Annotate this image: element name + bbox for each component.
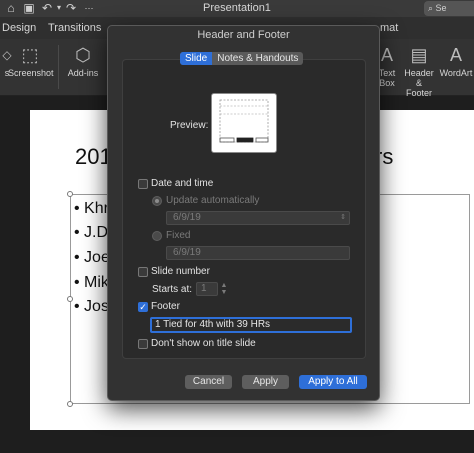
powerpoint-window: ⌂ ▣ ↶ ▾ ↷ ⋯ Presentation1 ⌕ Se Design Tr… <box>0 0 474 453</box>
date-time-checkbox[interactable] <box>138 179 148 189</box>
header-footer-icon: ▤ <box>410 45 428 65</box>
select-arrows-icon: ⇕ <box>340 214 346 221</box>
starts-at-stepper[interactable]: ▲ ▼ <box>220 282 228 296</box>
footer-checkbox[interactable]: ✓ <box>138 302 148 312</box>
bullet-item[interactable]: • Joe <box>74 249 110 267</box>
slide-number-label: Slide number <box>151 266 210 277</box>
update-automatically-radio[interactable] <box>152 196 162 206</box>
bullet-item[interactable]: • Jos <box>74 298 109 316</box>
dont-show-title-checkbox[interactable] <box>138 339 148 349</box>
dialog-tab-control: Slide Notes & Handouts <box>180 52 304 65</box>
apply-to-all-button[interactable]: Apply to All <box>299 375 367 389</box>
screenshot-button[interactable]: ⬚ Screenshot <box>8 45 54 78</box>
fixed-radio[interactable] <box>152 231 162 241</box>
screenshot-icon: ⬚ <box>21 45 39 65</box>
bullet-item[interactable]: • Khr <box>74 200 109 218</box>
textbox-label-1: Text <box>378 68 396 78</box>
update-automatically-label: Update automatically <box>166 195 260 206</box>
tab-design[interactable]: Design <box>2 22 36 34</box>
fixed-label: Fixed <box>166 230 191 241</box>
resize-handle[interactable] <box>67 296 73 302</box>
tab-format[interactable]: mat <box>380 22 398 34</box>
fixed-date-field[interactable]: 6/9/19 <box>166 246 350 260</box>
textbox-label-2: Box <box>379 78 395 88</box>
search-icon: ⌕ <box>428 3 436 13</box>
addins-label: Add-ins <box>67 68 99 78</box>
preview-label: Preview: <box>170 120 209 131</box>
wordart-button[interactable]: A WordArt <box>438 45 474 78</box>
bullet-item[interactable]: • Mik <box>74 274 109 292</box>
resize-handle[interactable] <box>67 401 73 407</box>
dont-show-title-label: Don't show on title slide <box>151 338 256 349</box>
starts-at-field[interactable]: 1 <box>196 282 218 296</box>
footer-label: Footer <box>151 301 180 312</box>
dialog-title: Header and Footer <box>197 29 290 41</box>
title-bar: ⌂ ▣ ↶ ▾ ↷ ⋯ Presentation1 ⌕ Se <box>0 0 474 17</box>
document-title: Presentation1 <box>203 2 271 14</box>
date-time-label: Date and time <box>151 178 214 189</box>
header-footer-button[interactable]: ▤ Header & Footer <box>400 45 438 98</box>
tab-slide[interactable]: Slide <box>180 52 213 65</box>
apply-button[interactable]: Apply <box>242 375 289 389</box>
footer-text-input[interactable]: 1 Tied for 4th with 39 HRs <box>150 317 352 333</box>
addins-icon: ⬡ <box>75 45 91 65</box>
tab-notes-handouts[interactable]: Notes & Handouts <box>212 52 303 65</box>
starts-at-label: Starts at: <box>152 284 193 295</box>
cancel-button[interactable]: Cancel <box>185 375 232 389</box>
preview-thumbnail-icon <box>219 99 269 143</box>
search-label: Se <box>435 3 447 13</box>
addins-button[interactable]: ⬡ Add-ins <box>64 45 102 78</box>
search-box[interactable]: ⌕ Se <box>424 1 474 16</box>
resize-handle[interactable] <box>67 191 73 197</box>
wordart-icon: A <box>449 45 462 65</box>
header-footer-label-1: Header & <box>404 68 434 88</box>
screenshot-label: Screenshot <box>8 68 54 78</box>
ribbon-separator <box>58 45 59 89</box>
date-format-select[interactable]: 6/9/19 ⇕ <box>166 211 350 225</box>
slide-number-checkbox[interactable] <box>138 267 148 277</box>
slide-preview <box>211 93 277 153</box>
wordart-label: WordArt <box>439 68 473 78</box>
tab-transitions[interactable]: Transitions <box>48 22 101 34</box>
header-footer-dialog: Header and Footer Slide Notes & Handouts… <box>107 25 380 401</box>
